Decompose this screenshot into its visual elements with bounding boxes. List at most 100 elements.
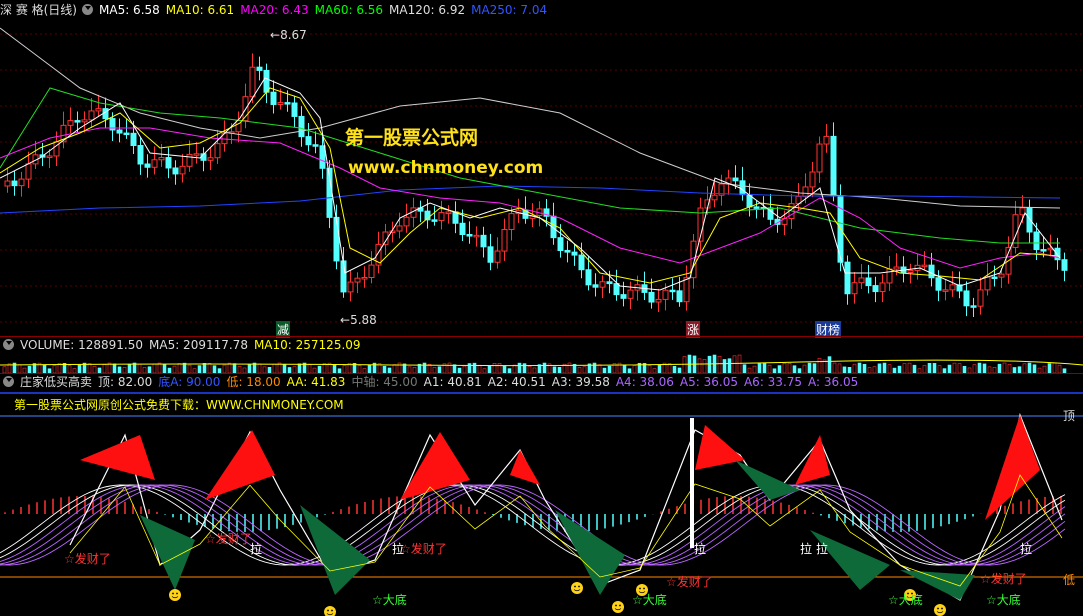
trough-fill (300, 505, 370, 595)
volume-menu-icon[interactable] (3, 339, 14, 350)
smiley-eye (615, 604, 617, 607)
candle-body (46, 155, 53, 158)
candle-body (942, 289, 949, 292)
volume-bar (897, 365, 902, 373)
indicator-legend-item-7: A2: 40.51 (487, 375, 546, 389)
candle-body (963, 290, 970, 307)
volume-bar (1042, 365, 1047, 373)
volume-bar (817, 357, 822, 373)
candle-body (116, 129, 123, 134)
volume-bar (422, 362, 427, 373)
candle-body (711, 194, 718, 201)
candle-body (501, 228, 508, 252)
volume-bar (477, 364, 482, 373)
candle-body (858, 277, 865, 284)
volume-bar (542, 362, 547, 373)
volume-bar (902, 363, 907, 373)
indicator-panel-menu-icon[interactable] (3, 376, 14, 387)
candle-body (431, 219, 438, 222)
indicator-header: 庄家低买高卖 顶: 82.00 底A: 90.00 低: 18.00 AA: 41.83… (0, 374, 870, 390)
volume-bar (877, 363, 882, 373)
volume-ma-line (0, 359, 1083, 367)
volume-bar (87, 363, 92, 373)
candle-body (935, 277, 942, 291)
volume-bar (802, 364, 807, 373)
candle-body (599, 281, 606, 288)
volume-bar (342, 365, 347, 373)
volume-bar (807, 362, 812, 373)
candle-body (438, 212, 445, 221)
volume-bar (732, 355, 737, 373)
smiley-icon (324, 606, 336, 616)
volume-bar (282, 363, 287, 373)
volume-bar (512, 364, 517, 373)
candle-body (179, 165, 186, 175)
ma250-line (0, 185, 1061, 214)
la-label: 拉 (250, 542, 263, 556)
indicator-legend-item-12: A: 36.05 (808, 375, 859, 389)
indicator-legend-item-1: 顶: 82.00 (98, 375, 153, 389)
volume-bar (1027, 362, 1032, 373)
ma20-line (0, 127, 1061, 269)
candle-body (214, 143, 221, 159)
volume-bar (622, 364, 627, 373)
candle-body (319, 145, 326, 169)
volume-bar (232, 363, 237, 373)
volume-bar (657, 364, 662, 373)
la-label: 拉 (694, 542, 707, 556)
ma-legend-item-5: MA250: 7.04 (471, 3, 548, 17)
volume-bar (757, 363, 762, 373)
volume-bar (697, 358, 702, 373)
volume-bar (497, 363, 502, 373)
candle-body (193, 153, 200, 156)
candle-body (11, 180, 18, 187)
da-di-label: ☆大底 (372, 593, 407, 607)
volume-bar (647, 365, 652, 373)
trough-fill (555, 510, 625, 595)
candle-body (949, 284, 956, 291)
volume-bar (962, 365, 967, 373)
fa-cai-label: ☆发财了 (400, 542, 447, 556)
candle-body (151, 159, 158, 168)
candle-body (403, 216, 410, 227)
volume-bar (227, 362, 232, 373)
volume-bar (887, 364, 892, 373)
candle-body (606, 281, 613, 285)
candle-body (872, 285, 879, 293)
watermark-url: www.chnmoney.com (348, 158, 544, 178)
candle-body (137, 145, 144, 165)
candle-body (571, 251, 578, 256)
volume-bar (737, 354, 742, 373)
smiley-face (934, 604, 946, 616)
candle-body (263, 69, 270, 93)
volume-bar (592, 362, 597, 373)
volume-bar (722, 359, 727, 373)
indicator-menu-icon[interactable] (82, 4, 93, 15)
volume-bar (517, 362, 522, 373)
volume-bar (272, 363, 277, 373)
volume-bar (452, 364, 457, 373)
candle-body (977, 289, 984, 307)
ma-legend-item-4: MA120: 6.92 (389, 3, 466, 17)
volume-bar (67, 365, 72, 373)
smiley-eye (574, 585, 576, 588)
volume-bar (922, 365, 927, 373)
volume-bar (492, 362, 497, 373)
volume-header: VOLUME: 128891.50 MA5: 209117.78 MA10: 257… (0, 337, 373, 353)
volume-bar (502, 365, 507, 373)
candle-body (620, 294, 627, 299)
volume-chart[interactable] (0, 353, 1083, 373)
indicator-legend-item-11: A6: 33.75 (743, 375, 803, 389)
candle-body (494, 250, 501, 263)
candle-body (165, 157, 172, 169)
smiley-eye (176, 592, 178, 595)
candle-body (144, 163, 151, 168)
candle-body (585, 269, 592, 286)
candle-body (18, 178, 25, 187)
volume-bar (237, 365, 242, 373)
candle-body (284, 102, 291, 105)
indicator-chart[interactable] (0, 390, 1083, 616)
volume-bar (102, 364, 107, 373)
volume-bar (332, 364, 337, 373)
volume-bar (837, 363, 842, 373)
